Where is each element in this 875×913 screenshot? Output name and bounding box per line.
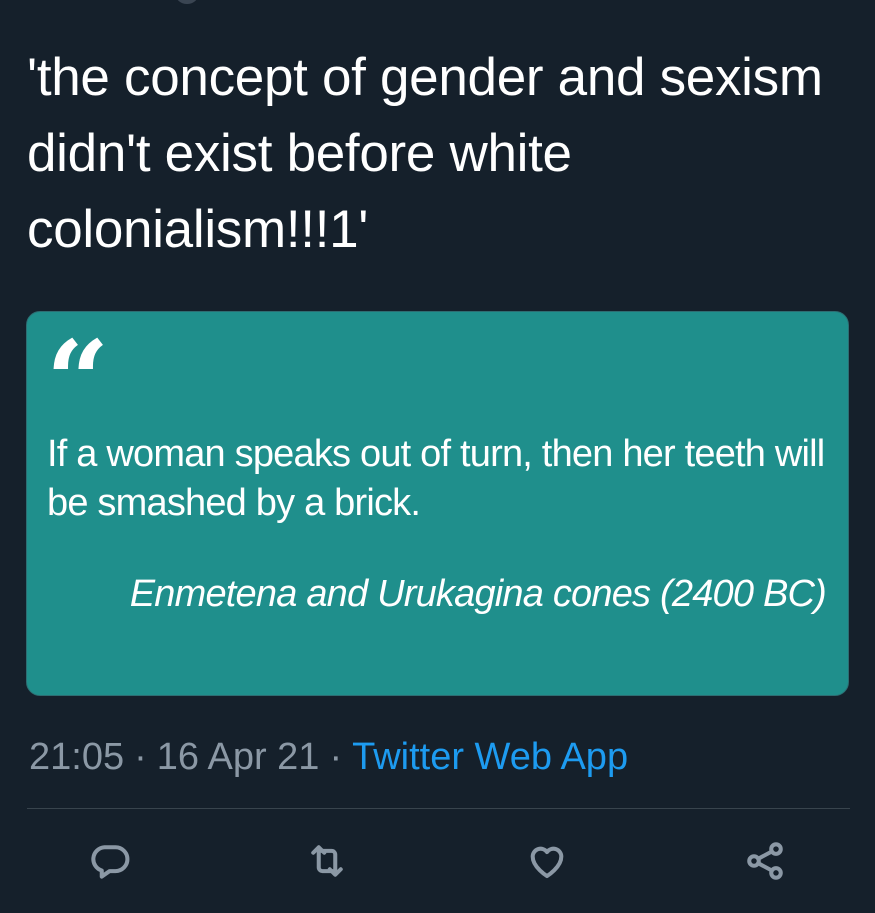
tweet-metadata: 21:05 · 16 Apr 21 · Twitter Web App bbox=[29, 734, 628, 780]
heart-icon bbox=[530, 846, 564, 879]
retweet-icon bbox=[311, 845, 343, 877]
tweet-time[interactable]: 21:05 bbox=[29, 736, 124, 778]
quote-marks-icon: “ bbox=[46, 316, 110, 445]
quote-text: If a woman speaks out of turn, then her … bbox=[47, 433, 825, 524]
quote-attribution: Enmetena and Urukagina cones (2400 BC) bbox=[129, 573, 827, 615]
partial-avatar-edge bbox=[176, 0, 198, 4]
retweet-button[interactable] bbox=[301, 835, 353, 887]
tweet-media-image[interactable]: “ If a woman speaks out of turn, then he… bbox=[26, 311, 849, 696]
tweet-detail-view: 'the concept of gender and sexism didn't… bbox=[0, 0, 875, 913]
share-button[interactable] bbox=[739, 835, 791, 887]
tweet-text: 'the concept of gender and sexism didn't… bbox=[27, 48, 823, 259]
tweet-source-link[interactable]: Twitter Web App bbox=[352, 736, 628, 778]
share-icon bbox=[747, 842, 783, 880]
tweet-actions-bar bbox=[0, 835, 875, 895]
meta-separator: · bbox=[134, 736, 147, 778]
meta-separator: · bbox=[329, 736, 343, 778]
divider bbox=[27, 808, 850, 809]
tweet-date[interactable]: 16 Apr 21 bbox=[157, 736, 320, 778]
reply-bubble-icon bbox=[91, 845, 130, 879]
reply-button[interactable] bbox=[84, 835, 136, 887]
like-button[interactable] bbox=[521, 835, 573, 887]
